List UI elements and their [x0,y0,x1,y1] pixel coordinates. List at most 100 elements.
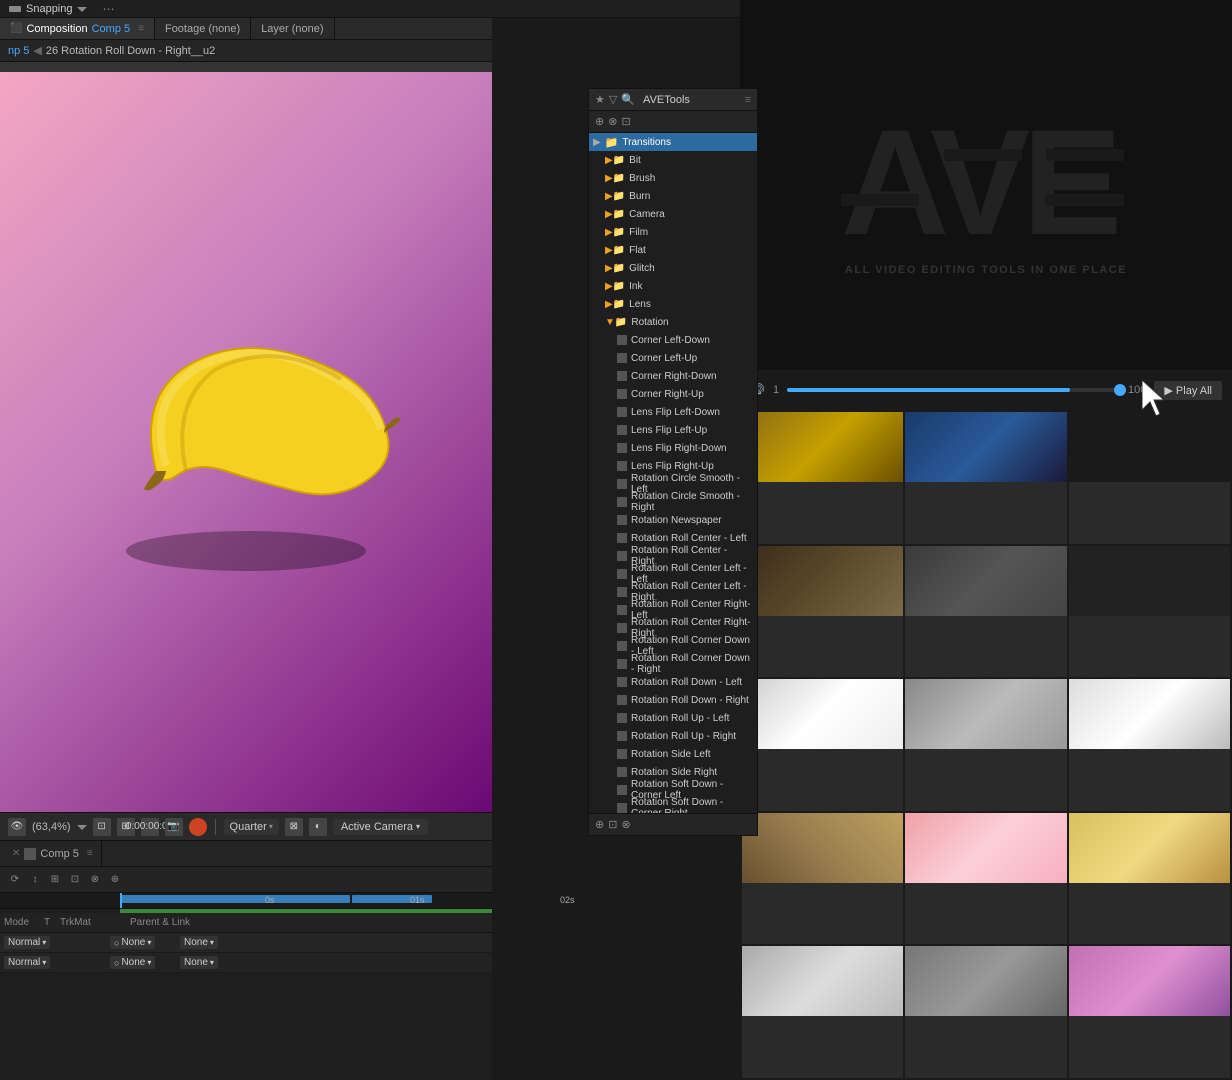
thumbnail-12[interactable] [1069,813,1230,945]
layer1-parent-dropdown[interactable]: None ▾ [180,936,218,949]
rot-roll-corner-down-right-icon [617,659,627,669]
ruler-bar-left [120,895,350,903]
layer2-trkmat-icon: ○ [114,958,119,968]
ave-panel-menu-icon[interactable]: ≡ [745,94,751,106]
tree-item-rot-circle-right[interactable]: Rotation Circle Smooth - Right [589,493,757,511]
tree-item-film[interactable]: ▶📁 Film [589,223,757,241]
thumbnail-3[interactable] [1069,412,1230,544]
tree-item-glitch[interactable]: ▶📁 Glitch [589,259,757,277]
ave-toolbar-icon-1[interactable]: ⊕ [595,115,604,128]
thumbnail-2[interactable] [905,412,1066,544]
ave-footer-icon-2[interactable]: ⊡ [608,818,617,831]
layer-tab[interactable]: Layer (none) [251,18,334,39]
tree-item-rot-newspaper[interactable]: Rotation Newspaper [589,511,757,529]
timeline-tool-5[interactable]: ⊗ [88,873,102,887]
layer2-parent-dropdown[interactable]: None ▾ [180,956,218,969]
playhead[interactable] [120,893,122,908]
tree-item-lens-flip-left-down[interactable]: Lens Flip Left-Down [589,403,757,421]
tree-item-rot-soft-down-corner-right[interactable]: Rotation Soft Down - Corner Right [589,799,757,813]
thumbnail-6[interactable] [1069,546,1230,678]
timeline-tab-comp5[interactable]: ✕ Comp 5 ≡ [4,841,102,866]
thumbnail-1[interactable] [742,412,903,544]
zoom-dropdown-arrow[interactable] [77,822,87,832]
region-icon[interactable]: ⊠ [285,818,303,836]
tree-item-rot-roll-corner-down-right[interactable]: Rotation Roll Corner Down - Right [589,655,757,673]
tree-item-rot-roll-up-left[interactable]: Rotation Roll Up - Left [589,709,757,727]
rot-roll-cr-right-icon [617,623,627,633]
ave-toolbar-icon-2[interactable]: ⊗ [608,115,617,128]
tree-item-corner-right-down[interactable]: Corner Right-Down [589,367,757,385]
fit-icon[interactable]: ⊡ [93,818,111,836]
timeline-tool-6[interactable]: ⊕ [108,873,122,887]
tree-item-lens[interactable]: ▶📁 Lens [589,295,757,313]
thumbnail-5[interactable] [905,546,1066,678]
thumbnail-9[interactable] [1069,679,1230,811]
thumbnail-14[interactable] [905,946,1066,1078]
tree-item-rot-roll-down-right[interactable]: Rotation Roll Down - Right [589,691,757,709]
layer2-trkmat-dropdown[interactable]: ○ None ▾ [110,956,155,969]
active-camera-button[interactable]: Active Camera ▾ [333,819,428,835]
volume-knob[interactable] [1114,384,1126,396]
ave-toolbar-icon-3[interactable]: ⊡ [621,115,630,128]
thumbnail-4[interactable] [742,546,903,678]
ave-panel-settings-icon[interactable]: ▽ [609,93,617,106]
layer-row-1: Normal ▾ ○ None ▾ None ▾ [0,933,492,953]
tree-item-rotation[interactable]: ▼📁 Rotation [589,313,757,331]
timeline-tool-1[interactable]: ⟳ [8,873,22,887]
tree-item-rot-roll-down-left[interactable]: Rotation Roll Down - Left [589,673,757,691]
tree-item-ink[interactable]: ▶📁 Ink [589,277,757,295]
work-area-bar [0,909,492,913]
timeline-tool-3[interactable]: ⊞ [48,873,62,887]
banana-svg [76,311,416,591]
thumbnail-10[interactable] [742,813,903,945]
close-tab-icon[interactable]: ✕ [12,848,20,859]
volume-slider[interactable] [787,388,1120,392]
ave-footer-icon-1[interactable]: ⊕ [595,818,604,831]
rot-newspaper-label: Rotation Newspaper [631,515,722,526]
footage-tab[interactable]: Footage (none) [155,18,251,39]
composition-tab-label: Composition [26,23,87,35]
play-all-button[interactable]: ▶ Play All [1154,381,1222,400]
tree-item-corner-left-up[interactable]: Corner Left-Up [589,349,757,367]
tree-item-rot-roll-up-right[interactable]: Rotation Roll Up - Right [589,727,757,745]
timeline-tool-2[interactable]: ↕ [28,873,42,887]
snapping-button[interactable]: Snapping [8,2,87,16]
thumbnail-15[interactable] [1069,946,1230,1078]
timeline-tool-4[interactable]: ⊡ [68,873,82,887]
ave-panel-star-icon[interactable]: ★ [595,93,605,106]
thumbnail-13[interactable] [742,946,903,1078]
ave-footer-icon-3[interactable]: ⊗ [621,818,630,831]
thumbnail-7[interactable] [742,679,903,811]
thumbnail-11[interactable] [905,813,1066,945]
layer2-mode-dropdown[interactable]: Normal ▾ [4,956,50,969]
tree-item-camera[interactable]: ▶📁 Camera [589,205,757,223]
tree-item-lens-flip-left-up[interactable]: Lens Flip Left-Up [589,421,757,439]
breadcrumb: np 5 ◀ 26 Rotation Roll Down - Right__u2 [0,40,492,62]
layer1-trkmat-dropdown[interactable]: ○ None ▾ [110,936,155,949]
lens-flip-right-up-icon [617,461,627,471]
alpha-icon[interactable]: ◐ [309,818,327,836]
tree-item-burn[interactable]: ▶📁 Burn [589,187,757,205]
tree-item-lens-flip-right-down[interactable]: Lens Flip Right-Down [589,439,757,457]
camera-btn[interactable]: 📷 [165,818,183,836]
tree-item-rot-side-left[interactable]: Rotation Side Left [589,745,757,763]
color-icon[interactable] [189,818,207,836]
thumbnail-8[interactable] [905,679,1066,811]
layer1-mode-dropdown[interactable]: Normal ▾ [4,936,50,949]
rot-soft-down-cr-icon [617,803,627,813]
tree-item-brush[interactable]: ▶📁 Brush [589,169,757,187]
volume-number-left: 1 [773,384,779,396]
tree-transitions-folder[interactable]: ▶ 📁 Transitions [589,133,757,151]
camera-label: Camera [629,209,665,220]
ave-panel-search-icon[interactable]: 🔍 [621,93,635,106]
composition-tab[interactable]: ⬛ Composition Comp 5 ≡ [0,18,155,39]
tree-item-flat[interactable]: ▶📁 Flat [589,241,757,259]
ink-folder-icon: ▶📁 [605,281,625,292]
tree-item-corner-right-up[interactable]: Corner Right-Up [589,385,757,403]
tree-item-corner-left-down[interactable]: Corner Left-Down [589,331,757,349]
timeline-menu-icon[interactable]: ≡ [87,848,93,859]
tree-item-bit[interactable]: ▶📁 Bit [589,151,757,169]
quality-dropdown[interactable]: Quarter ▾ [224,819,279,835]
preview-icon[interactable]: 👁 [8,818,26,836]
breadcrumb-comp[interactable]: np 5 [8,45,29,57]
